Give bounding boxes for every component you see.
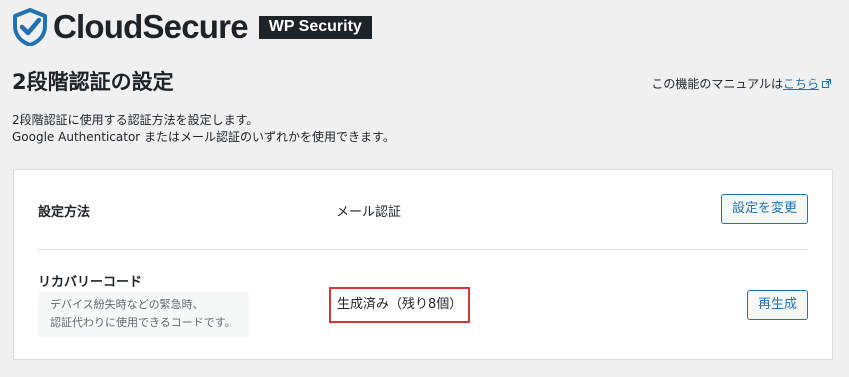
page-title: 2段階認証の設定 — [12, 70, 174, 94]
description-line-1: 2段階認証に使用する認証方法を設定します。 — [12, 113, 259, 127]
product-badge: WP Security — [258, 15, 372, 39]
recovery-help-line-2: 認証代わりに使用できるコードです。 — [50, 316, 236, 329]
page-description: 2段階認証に使用する認証方法を設定します。 Google Authenticat… — [12, 112, 395, 146]
recovery-help-line-1: デバイス紛失時などの緊急時、 — [50, 298, 204, 311]
method-label: 設定方法 — [38, 205, 91, 220]
external-link-icon[interactable] — [822, 79, 831, 88]
recovery-code-label: リカバリーコード — [38, 275, 143, 290]
description-line-2: Google Authenticator またはメール認証のいずれかを使用できま… — [12, 130, 395, 144]
recovery-code-status: 生成済み（残り8個） — [329, 287, 471, 323]
shield-check-icon — [13, 8, 47, 46]
brand-name: CloudSecure — [53, 8, 249, 45]
method-value: メール認証 — [336, 205, 402, 220]
recovery-code-help: デバイス紛失時などの緊急時、 認証代わりに使用できるコードです。 — [38, 292, 249, 337]
settings-card: 設定方法 メール認証 設定を変更 リカバリーコード デバイス紛失時などの緊急時、… — [13, 169, 833, 360]
header: CloudSecure WP Security — [12, 7, 372, 47]
manual-prefix-text: この機能のマニュアルは — [651, 77, 783, 91]
regenerate-button[interactable]: 再生成 — [746, 290, 808, 320]
manual-link[interactable]: こちら — [783, 75, 819, 92]
change-method-button[interactable]: 設定を変更 — [720, 194, 808, 224]
divider — [38, 249, 808, 250]
manual-link-row: この機能のマニュアルは こちら — [651, 75, 831, 92]
